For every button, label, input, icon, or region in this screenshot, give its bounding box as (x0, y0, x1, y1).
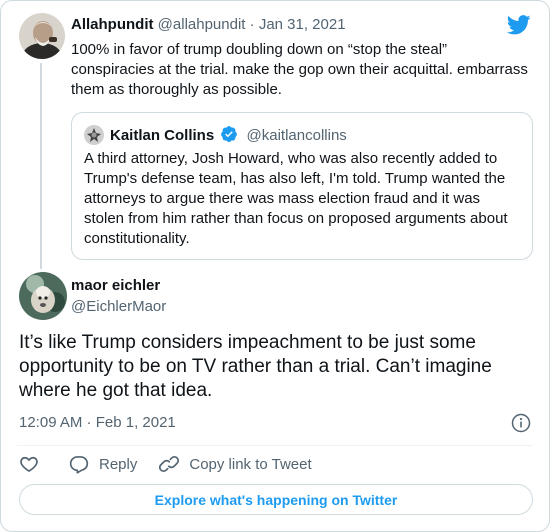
embedded-tweet-card: Allahpundit @allahpundit · Jan 31, 2021 … (0, 0, 550, 532)
quoted-author-avatar (84, 125, 104, 145)
quoted-tweet-header: Kaitlan Collins @kaitlancollins (110, 125, 347, 146)
quoted-author-handle: @kaitlancollins (246, 127, 347, 144)
heart-icon (20, 456, 38, 472)
parent-tweet-header: Allahpundit @allahpundit · Jan 31, 2021 (71, 15, 346, 35)
info-icon[interactable] (511, 413, 531, 433)
like-button[interactable] (19, 454, 39, 474)
verified-badge-icon (221, 126, 238, 143)
parent-author-handle[interactable]: @allahpundit (158, 16, 246, 33)
tweet-actions-bar: Reply Copy link to Tweet (19, 454, 312, 474)
main-tweet-timestamp[interactable]: 12:09 AM · Feb 1, 2021 (19, 413, 176, 433)
actions-divider (17, 445, 533, 446)
link-icon (159, 455, 180, 473)
main-author-handle[interactable]: @EichlerMaor (71, 297, 166, 317)
copy-link-button[interactable]: Copy link to Tweet (159, 454, 312, 474)
parent-author-name[interactable]: Allahpundit (71, 16, 154, 33)
reply-icon (69, 456, 89, 474)
twitter-bird-icon[interactable] (507, 15, 531, 35)
header-separator: · (249, 16, 255, 33)
main-author-avatar[interactable] (19, 272, 67, 320)
parent-author-avatar[interactable] (19, 13, 65, 59)
quoted-tweet-text: A third attorney, Josh Howard, who was a… (84, 150, 508, 247)
main-author-name[interactable]: maor eichler (71, 276, 160, 296)
explore-twitter-button[interactable]: Explore what's happening on Twitter (19, 484, 533, 515)
parent-tweet-text: 100% in favor of trump doubling down on … (71, 41, 528, 98)
quoted-tweet[interactable]: Kaitlan Collins @kaitlancollins A third … (71, 112, 533, 260)
copy-link-label: Copy link to Tweet (189, 455, 312, 473)
main-tweet-text: It’s like Trump considers impeachment to… (19, 332, 492, 401)
parent-tweet-date[interactable]: Jan 31, 2021 (259, 16, 346, 33)
quoted-author-name: Kaitlan Collins (110, 127, 215, 144)
reply-label: Reply (99, 455, 138, 473)
thread-line (40, 63, 42, 269)
reply-button[interactable]: Reply (69, 454, 137, 474)
